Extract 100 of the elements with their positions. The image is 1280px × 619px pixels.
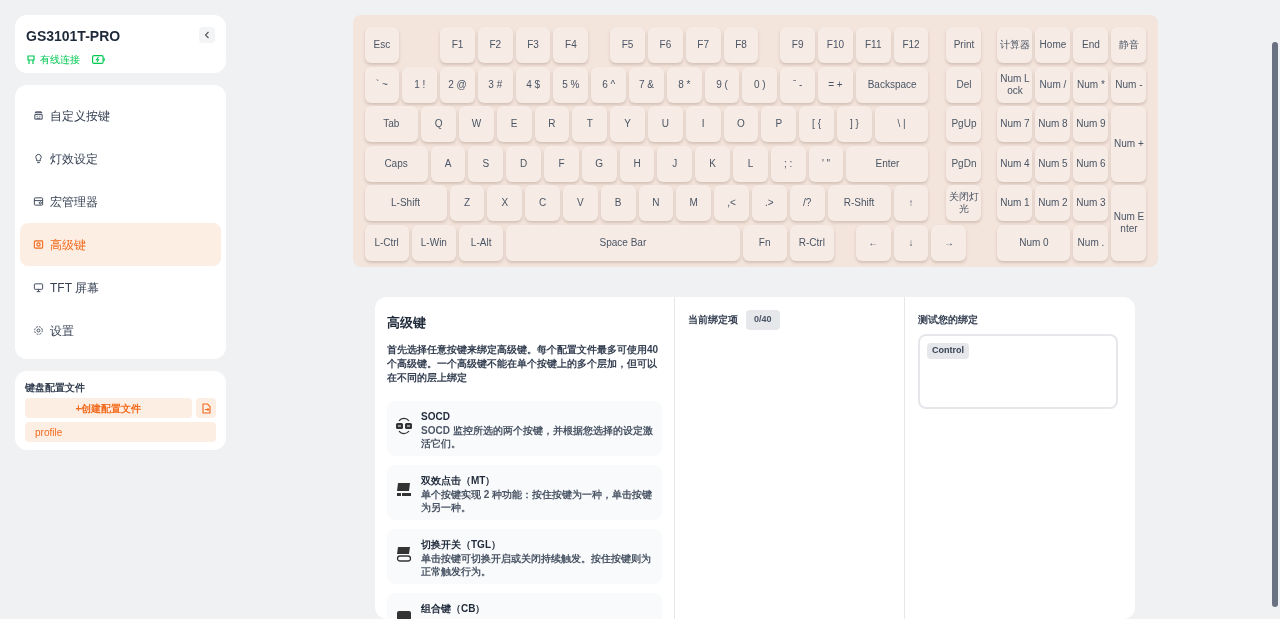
keyboard-key[interactable]: Num 0 — [997, 224, 1071, 261]
keyboard-key[interactable]: Tab — [364, 106, 419, 142]
nav-item[interactable]: TFT 屏幕 — [20, 266, 221, 309]
keyboard-key[interactable]: D — [506, 145, 542, 182]
keyboard-key[interactable]: 关闭灯光 — [946, 185, 982, 221]
keyboard-key[interactable]: S — [468, 145, 504, 182]
keyboard-key[interactable]: L-Win — [411, 224, 456, 261]
keyboard-key[interactable]: Num Lock — [997, 66, 1033, 103]
keyboard-key[interactable]: M — [676, 185, 712, 221]
keyboard-key[interactable]: Print — [946, 27, 982, 63]
keyboard-key[interactable]: 0 ) — [742, 66, 778, 103]
keyboard-key[interactable]: = + — [818, 66, 853, 103]
keyboard-key[interactable]: I — [685, 106, 721, 142]
collapse-button[interactable] — [199, 27, 215, 43]
keyboard-key[interactable]: F9 — [780, 27, 816, 63]
keyboard-key[interactable]: B — [600, 185, 636, 221]
keyboard-key[interactable]: Q — [421, 106, 456, 142]
keyboard-key[interactable]: 3 # — [477, 66, 513, 103]
keyboard-key[interactable]: J — [657, 145, 693, 182]
keyboard-key[interactable]: 6 ^ — [591, 66, 627, 103]
keyboard-key[interactable]: R-Shift — [827, 185, 891, 221]
keyboard-key[interactable]: Num 6 — [1073, 145, 1109, 182]
keyboard-key[interactable]: Fn — [742, 224, 787, 261]
keyboard-key[interactable]: F12 — [893, 27, 929, 63]
keyboard-key[interactable]: ' " — [808, 145, 844, 182]
keyboard-key[interactable]: Num 1 — [997, 185, 1033, 221]
keyboard-key[interactable]: F11 — [855, 27, 891, 63]
keyboard-key[interactable]: F6 — [647, 27, 683, 63]
keyboard-key[interactable]: Num 3 — [1073, 185, 1109, 221]
keyboard-key[interactable]: G — [581, 145, 617, 182]
keyboard-key[interactable]: Num 4 — [997, 145, 1033, 182]
keyboard-key[interactable]: 7 & — [629, 66, 664, 103]
keyboard-key[interactable]: F5 — [610, 27, 645, 63]
keyboard-key[interactable]: F4 — [553, 27, 589, 63]
feature-card[interactable]: 切换开关（TGL） 单击按键可切换开启或关闭持续触发。按住按键则为正常触发行为。 — [387, 528, 662, 584]
keyboard-key[interactable]: Enter — [846, 145, 929, 182]
keyboard-key[interactable]: W — [459, 106, 494, 142]
keyboard-key[interactable]: Num 8 — [1035, 106, 1071, 142]
keyboard-key[interactable]: Y — [610, 106, 645, 142]
nav-item[interactable]: 灯效设定 — [20, 137, 221, 180]
keyboard-key[interactable]: R-Ctrl — [789, 224, 834, 261]
feature-card[interactable]: 双效点击（MT） 单个按键实现 2 种功能：按住按键为一种，单击按键为另一种。 — [387, 464, 662, 520]
keyboard-key[interactable]: Num 9 — [1073, 106, 1109, 142]
keyboard-key[interactable]: ← — [855, 224, 891, 261]
keyboard-key[interactable]: PgDn — [946, 145, 982, 182]
nav-item[interactable]: 宏管理器 — [20, 180, 221, 223]
keyboard-key[interactable]: X — [487, 185, 523, 221]
keyboard-key[interactable]: End — [1073, 27, 1109, 63]
keyboard-key[interactable]: Home — [1035, 27, 1071, 63]
keyboard-key[interactable]: [ { — [799, 106, 834, 142]
keyboard-key[interactable]: L-Shift — [364, 185, 447, 221]
keyboard-key[interactable]: ↑ — [893, 185, 929, 221]
nav-item[interactable]: 设置 — [20, 309, 221, 352]
keyboard-key[interactable]: Backspace — [855, 66, 929, 103]
keyboard-key[interactable]: F3 — [515, 27, 551, 63]
keyboard-key[interactable]: Caps — [364, 145, 428, 182]
keyboard-key[interactable]: ; : — [770, 145, 806, 182]
keyboard-key[interactable]: Num Enter — [1111, 185, 1147, 261]
keyboard-key[interactable]: F10 — [818, 27, 853, 63]
keyboard-key[interactable]: ↓ — [893, 224, 929, 261]
keyboard-key[interactable]: O — [723, 106, 759, 142]
test-input-field[interactable]: Control — [918, 334, 1118, 409]
keyboard-key[interactable]: U — [647, 106, 683, 142]
keyboard-key[interactable]: V — [562, 185, 598, 221]
keyboard-key[interactable]: N — [638, 185, 674, 221]
keyboard-key[interactable]: 2 @ — [440, 66, 475, 103]
keyboard-key[interactable]: T — [572, 106, 608, 142]
keyboard-key[interactable]: 9 ( — [704, 66, 740, 103]
keyboard-key[interactable]: L-Ctrl — [364, 224, 409, 261]
keyboard-key[interactable]: Num 7 — [997, 106, 1033, 142]
keyboard-key[interactable]: 计算器 — [997, 27, 1033, 63]
keyboard-key[interactable]: Del — [946, 66, 982, 103]
keyboard-key[interactable]: A — [430, 145, 466, 182]
keyboard-key[interactable]: Num 5 — [1035, 145, 1071, 182]
keyboard-key[interactable]: L-Alt — [459, 224, 504, 261]
feature-card[interactable]: SOCD SOCD 监控所选的两个按键，并根据您选择的设定激活它们。 — [387, 400, 662, 456]
keyboard-key[interactable]: H — [619, 145, 655, 182]
keyboard-key[interactable]: F2 — [477, 27, 513, 63]
keyboard-key[interactable]: 静音 — [1111, 27, 1147, 63]
keyboard-key[interactable]: Num . — [1073, 224, 1109, 261]
keyboard-key[interactable]: 4 $ — [515, 66, 551, 103]
keyboard-key[interactable]: L — [733, 145, 768, 182]
keyboard-key[interactable]: 1 ! — [402, 66, 438, 103]
keyboard-key[interactable]: F — [544, 145, 579, 182]
keyboard-key[interactable]: F7 — [685, 27, 721, 63]
keyboard-key[interactable]: Space Bar — [506, 224, 740, 261]
keyboard-key[interactable]: \ | — [874, 106, 929, 142]
keyboard-key[interactable]: Z — [449, 185, 485, 221]
keyboard-key[interactable]: F8 — [723, 27, 759, 63]
keyboard-key[interactable]: K — [695, 145, 730, 182]
keyboard-key[interactable]: Num - — [1111, 66, 1147, 103]
keyboard-key[interactable]: 8 * — [666, 66, 702, 103]
import-button[interactable] — [196, 398, 216, 418]
keyboard-key[interactable]: Num / — [1035, 66, 1071, 103]
keyboard-key[interactable]: R — [534, 106, 570, 142]
keyboard-key[interactable]: Esc — [364, 27, 400, 63]
keyboard-key[interactable]: ] } — [836, 106, 872, 142]
keyboard-key[interactable]: 5 % — [553, 66, 589, 103]
keyboard-key[interactable]: Num * — [1073, 66, 1109, 103]
keyboard-key[interactable]: ` ~ — [364, 66, 400, 103]
